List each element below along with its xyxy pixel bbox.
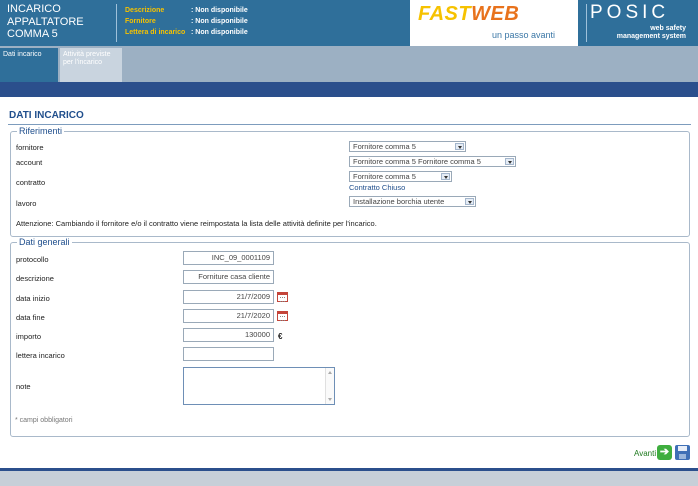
arrow-right-icon[interactable]: ➔ (657, 445, 672, 460)
posic-logo-panel: POSIC web safety management system (578, 0, 698, 46)
currency-symbol: € (278, 332, 283, 341)
account-label: account (16, 158, 43, 167)
floppy-save-icon[interactable] (675, 445, 690, 460)
fastweb-logo-panel: FASTWEB un passo avanti (410, 0, 578, 46)
contratto-label: contratto (16, 178, 46, 187)
app-title-line-3: COMMA 5 (7, 28, 58, 40)
calendar-icon[interactable] (277, 292, 288, 302)
section-dati-generali: Dati generali protocollo INC_09_0001109 … (10, 237, 690, 437)
chevron-down-icon (441, 173, 450, 180)
protocollo-input[interactable]: INC_09_0001109 (183, 251, 274, 265)
info-label: Fornitore (125, 18, 156, 25)
data-inizio-label: data inizio (16, 294, 50, 303)
scroll-down-icon[interactable] (328, 398, 332, 401)
contratto-select[interactable]: Fornitore comma 5 (349, 171, 452, 182)
contratto-select-value: Fornitore comma 5 (353, 172, 416, 181)
fastweb-logo: FASTWEB (418, 3, 519, 26)
lettera-incarico-input[interactable] (183, 347, 274, 361)
calendar-icon[interactable] (277, 311, 288, 321)
chevron-down-icon (505, 158, 514, 165)
account-select[interactable]: Fornitore comma 5 Fornitore comma 5 (349, 156, 516, 167)
chevron-down-icon (465, 198, 474, 205)
section-legend: Riferimenti (17, 126, 65, 136)
status-bar (0, 468, 698, 486)
importo-label: importo (16, 332, 42, 341)
fastweb-tagline: un passo avanti (492, 30, 556, 40)
data-fine-input[interactable]: 21/7/2020 (183, 309, 274, 323)
info-label: Lettera di incarico (125, 29, 186, 36)
header-divider (116, 4, 117, 42)
account-select-value: Fornitore comma 5 Fornitore comma 5 (353, 157, 481, 166)
info-row-lettera: Lettera di incarico : Non disponibile (125, 27, 248, 38)
posic-logo: POSIC (590, 2, 670, 23)
note-scrollbar[interactable] (325, 368, 334, 404)
required-fields-note: * campi obbligatori (15, 417, 73, 424)
posic-subtitle-line-1: web safety (650, 25, 686, 32)
app-header: INCARICO APPALTATORE COMMA 5 Descrizione… (0, 0, 698, 46)
app-title-line-1: INCARICO (7, 3, 61, 15)
info-value: : Non disponibile (191, 18, 248, 25)
fastweb-logo-part1: FAST (418, 3, 472, 25)
data-fine-label: data fine (16, 313, 45, 322)
fornitore-select-value: Fornitore comma 5 (353, 142, 416, 151)
note-label: note (16, 382, 31, 391)
app-title-line-2: APPALTATORE (7, 15, 84, 28)
note-textarea[interactable] (183, 367, 335, 405)
posic-subtitle: web safety management system (617, 25, 686, 41)
page-title: DATI INCARICO (9, 110, 84, 121)
info-row-fornitore: Fornitore : Non disponibile (125, 16, 248, 27)
app-title: INCARICO APPALTATORE COMMA 5 (7, 3, 112, 41)
info-value: : Non disponibile (191, 29, 248, 36)
fornitore-label: fornitore (16, 143, 44, 152)
lettera-incarico-label: lettera incarico (16, 351, 65, 360)
section-legend: Dati generali (17, 237, 72, 247)
lavoro-label: lavoro (16, 199, 37, 208)
posic-divider (586, 4, 587, 42)
tab-attivita-previste[interactable]: Attività previste per l'incarico (60, 48, 122, 82)
nav-bar (0, 82, 698, 97)
protocollo-label: protocollo (16, 255, 49, 264)
scroll-up-icon[interactable] (328, 371, 332, 374)
warning-text: Attenzione: Cambiando il fornitore e/o i… (16, 219, 377, 228)
fastweb-logo-part2: WEB (471, 3, 520, 25)
descrizione-label: descrizione (16, 274, 54, 283)
info-label: Descrizione (125, 7, 165, 14)
tab-strip: Dati incarico Attività previste per l'in… (0, 46, 698, 82)
descrizione-input[interactable]: Forniture casa cliente (183, 270, 274, 284)
contratto-status-link[interactable]: Contratto Chiuso (349, 183, 405, 192)
tab-dati-incarico[interactable]: Dati incarico (0, 48, 58, 82)
importo-input[interactable]: 130000 (183, 328, 274, 342)
fornitore-select[interactable]: Fornitore comma 5 (349, 141, 466, 152)
posic-subtitle-line-2: management system (616, 33, 686, 40)
chevron-down-icon (455, 143, 464, 150)
info-row-descrizione: Descrizione : Non disponibile (125, 5, 248, 16)
lavoro-select-value: Installazione borchia utente (353, 197, 445, 206)
info-value: : Non disponibile (191, 7, 248, 14)
data-inizio-input[interactable]: 21/7/2009 (183, 290, 274, 304)
header-info: Descrizione : Non disponibile Fornitore : … (125, 5, 248, 38)
section-riferimenti: Riferimenti fornitore Fornitore comma 5 … (10, 126, 690, 237)
avanti-link[interactable]: Avanti (634, 449, 656, 458)
title-divider (8, 124, 691, 125)
lavoro-select[interactable]: Installazione borchia utente (349, 196, 476, 207)
